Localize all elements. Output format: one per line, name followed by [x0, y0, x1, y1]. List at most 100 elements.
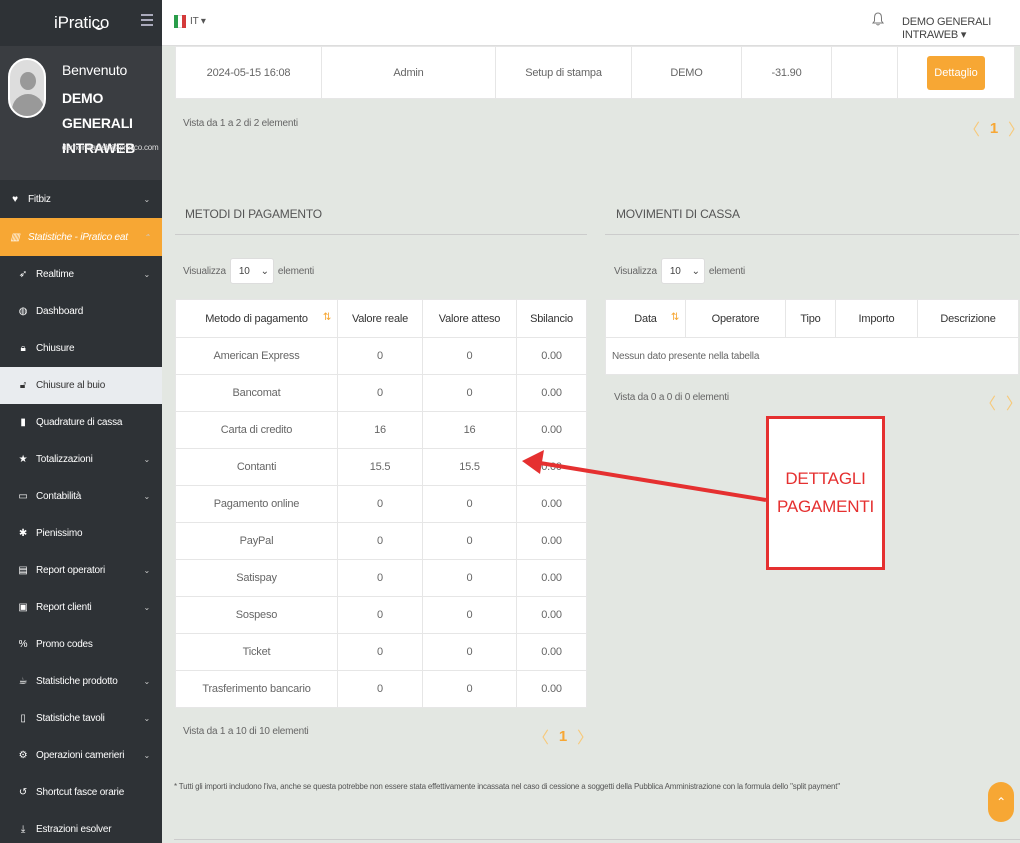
payments-pager: 〈 1 〉 [533, 724, 593, 748]
table-cell: 0 [337, 485, 423, 523]
page-size-value: 10 [669, 265, 681, 277]
movements-table: Data ⇅ Operatore Tipo Importo Descrizione… [605, 299, 1019, 375]
chevron-up-icon: ⌃ [143, 232, 150, 242]
sidebar-item-label: Promo codes [36, 639, 93, 650]
chevron-down-icon: ⌄ [260, 265, 269, 277]
sidebar-item-statistiche[interactable]: ▥ Statistiche - iPratico eat ⌃ [0, 218, 162, 256]
sidebar-item-operazioni-camerieri[interactable]: ⚙︎ Operazioni camerieri ⌄ [0, 737, 162, 774]
payments-table-body: American Express 0 0 0.00 Bancomat 0 0 0.00 Cart… [175, 337, 587, 708]
heart-icon: ♥ [12, 193, 18, 205]
sidebar-item-statistiche-prodotto[interactable]: ☕︎ Statistiche prodotto ⌄ [0, 663, 162, 700]
sidebar-item-promo-codes[interactable]: % Promo codes [0, 626, 162, 663]
sidebar-item-estrazioni-esolver[interactable]: ⤓ Estrazioni esolver [0, 811, 162, 843]
sidebar-item-fitbiz[interactable]: ♥ Fitbiz ⌄ [0, 180, 162, 218]
sidebar-item-label: Realtime [36, 269, 74, 280]
table-cell: -31.90 [741, 46, 832, 99]
sidebar-item-shortcut-fasce[interactable]: ↺ Shortcut fasce orarie [0, 774, 162, 811]
brand-name: iPratico [54, 13, 110, 32]
sort-icon[interactable]: ⇅ [323, 312, 331, 323]
download-icon: ⤓ [20, 824, 26, 835]
table-header-row: Metodo di pagamento ⇅ Valore reale Valore… [175, 299, 587, 338]
chevron-left-icon[interactable]: 〈 [533, 724, 549, 748]
table-cell: 15.5 [422, 448, 517, 486]
column-header-data[interactable]: Data ⇅ [605, 299, 686, 338]
chevron-right-icon[interactable]: 〉 [577, 724, 593, 748]
table-cell: Carta di credito [175, 411, 338, 449]
chevron-down-icon: ⌄ [143, 194, 150, 204]
page-size-value: 10 [238, 265, 250, 277]
table-cell: 0 [337, 522, 423, 560]
bell-icon[interactable] [872, 12, 884, 26]
chevron-up-icon: ⌃ [996, 795, 1006, 809]
sidebar-item-report-clienti[interactable]: ▣ Report clienti ⌄ [0, 589, 162, 626]
table-cell: 0 [422, 559, 517, 597]
payments-title: METODI DI PAGAMENTO [175, 207, 587, 235]
column-header-sbilancio[interactable]: Sbilancio [516, 299, 587, 338]
column-header-descrizione[interactable]: Descrizione [917, 299, 1019, 338]
footnote: * Tutti gli importi includono l'iva, anc… [174, 782, 840, 791]
table-cell: American Express [175, 337, 338, 375]
sort-icon[interactable]: ⇅ [671, 312, 679, 323]
sidebar-item-label: Pienissimo [36, 528, 83, 539]
page-number[interactable]: 1 [990, 120, 998, 137]
italy-flag-icon[interactable] [174, 15, 186, 28]
table-cell: PayPal [175, 522, 338, 560]
language-selector[interactable]: IT ▾ [190, 16, 206, 27]
sidebar-item-pienissimo[interactable]: ✱ Pienissimo [0, 515, 162, 552]
table-cell: 0.00 [516, 633, 587, 671]
sidebar-item-label: Statistiche - iPratico eat [28, 231, 128, 243]
page-size-label: Visualizza [614, 265, 657, 277]
column-header-importo[interactable]: Importo [835, 299, 918, 338]
chevron-down-icon: ⌄ [143, 603, 150, 612]
column-header-valore-reale[interactable]: Valore reale [337, 299, 423, 338]
sidebar-item-totalizzazioni[interactable]: ★ Totalizzazioni ⌄ [0, 441, 162, 478]
movements-pager: 〈 〉 [980, 390, 1020, 414]
sidebar-item-label: Statistiche prodotto [36, 676, 118, 687]
lock-icon: 🔓︎ [19, 380, 27, 391]
sidebar-item-contabilita[interactable]: ▭ Contabilità ⌄ [0, 478, 162, 515]
topbar: IT ▾ DEMO GENERALI INTRAWEB ▾ [162, 0, 1020, 46]
table-row: 2024-05-15 16:08 Admin Setup di stampa D… [175, 46, 1015, 99]
hamburger-menu-icon[interactable] [141, 14, 153, 29]
sidebar-item-chiusure-al-buio[interactable]: 🔓︎ Chiusure al buio [0, 367, 162, 404]
chevron-right-icon[interactable]: 〉 [1008, 116, 1020, 140]
column-header-metodo[interactable]: Metodo di pagamento ⇅ [175, 299, 338, 338]
table-row: Sospeso 0 0 0.00 [175, 596, 587, 634]
dettaglio-button[interactable]: Dettaglio [927, 55, 985, 90]
page-size-select[interactable]: 10 ⌄ [229, 258, 274, 284]
page-size-select[interactable]: 10 ⌄ [660, 258, 705, 284]
brand-logo[interactable]: iPratico [0, 0, 162, 46]
scroll-to-top-button[interactable]: ⌃ [988, 782, 1014, 822]
sidebar-item-label: Fitbiz [28, 193, 51, 205]
table-icon: ▯ [20, 713, 26, 724]
sidebar-item-statistiche-tavoli[interactable]: ▯ Statistiche tavoli ⌄ [0, 700, 162, 737]
table-cell: 0.00 [516, 485, 587, 523]
column-header-operatore[interactable]: Operatore [685, 299, 786, 338]
chevron-right-icon[interactable]: 〉 [1006, 390, 1020, 414]
chevron-down-icon: ⌄ [691, 265, 700, 277]
table-cell: 0 [422, 374, 517, 412]
top-table-info: Vista da 1 a 2 di 2 elementi [183, 118, 298, 129]
chevron-left-icon[interactable]: 〈 [980, 390, 996, 414]
chevron-down-icon: ⌄ [143, 751, 150, 760]
header-label: Data [634, 312, 657, 325]
user-menu[interactable]: DEMO GENERALI INTRAWEB ▾ [902, 16, 1020, 41]
sidebar-item-chiusure[interactable]: 🔒︎ Chiusure [0, 330, 162, 367]
sidebar-item-dashboard[interactable]: ◍ Dashboard [0, 293, 162, 330]
sidebar-item-realtime[interactable]: ➶ Realtime ⌄ [0, 256, 162, 293]
divider [174, 839, 1020, 840]
table-cell: Admin [321, 46, 496, 99]
table-row: Nessun dato presente nella tabella [605, 337, 1019, 375]
sidebar-item-report-operatori[interactable]: ▤ Report operatori ⌄ [0, 552, 162, 589]
table-cell: 0 [337, 374, 423, 412]
table-cell: 2024-05-15 16:08 [175, 46, 322, 99]
sidebar-item-quadrature[interactable]: ▮ Quadrature di cassa [0, 404, 162, 441]
table-cell: 0 [422, 485, 517, 523]
chevron-left-icon[interactable]: 〈 [964, 116, 980, 140]
page-number[interactable]: 1 [559, 728, 567, 745]
percent-icon: % [18, 639, 28, 650]
closures-table: 2024-05-15 16:08 Admin Setup di stampa D… [175, 46, 1015, 99]
column-header-tipo[interactable]: Tipo [785, 299, 836, 338]
column-header-valore-atteso[interactable]: Valore atteso [422, 299, 517, 338]
empty-table-message: Nessun dato presente nella tabella [605, 337, 1019, 375]
